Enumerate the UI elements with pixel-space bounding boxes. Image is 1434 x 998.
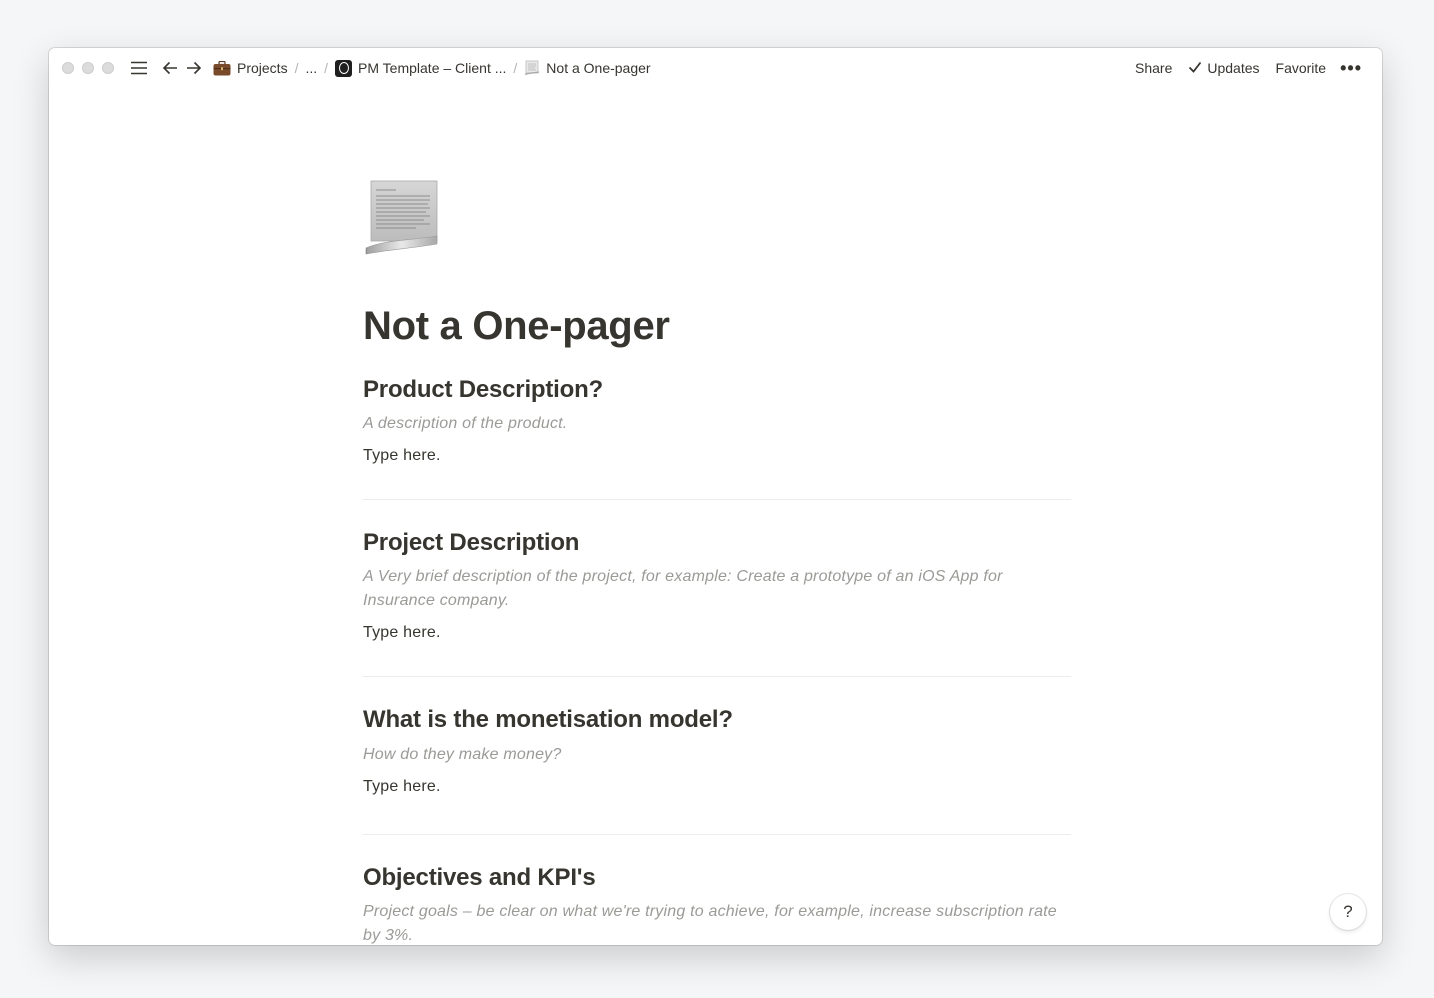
breadcrumb-separator: / <box>513 60 518 76</box>
scroll-page-icon[interactable] <box>364 178 438 256</box>
window-controls <box>62 62 114 74</box>
section-body[interactable]: Type here. <box>363 775 1071 799</box>
breadcrumb-ellipsis[interactable]: ... <box>301 58 321 78</box>
breadcrumb-current-page[interactable]: Not a One-pager <box>520 58 654 78</box>
section-monetisation-model: What is the monetisation model? How do t… <box>363 704 1071 798</box>
back-arrow-icon[interactable] <box>160 58 180 78</box>
section-hint[interactable]: A description of the product. <box>363 412 1071 436</box>
page-content: Not a One-pager Product Description? A d… <box>363 178 1071 945</box>
breadcrumb-label: ... <box>305 60 318 76</box>
project-logo-icon <box>335 59 353 77</box>
sidebar-menu-icon[interactable] <box>129 58 149 78</box>
section-heading[interactable]: Project Description <box>363 527 1071 558</box>
close-window-button[interactable] <box>62 62 74 74</box>
updates-label: Updates <box>1207 60 1260 76</box>
divider <box>363 833 1071 835</box>
forward-arrow-icon[interactable] <box>184 58 204 78</box>
section-hint[interactable]: A Very brief description of the project,… <box>363 565 1071 613</box>
section-heading[interactable]: Objectives and KPI's <box>363 862 1071 893</box>
briefcase-icon <box>213 60 231 76</box>
breadcrumb-projects[interactable]: Projects <box>209 58 292 78</box>
zoom-window-button[interactable] <box>102 62 114 74</box>
help-button[interactable]: ? <box>1330 894 1366 930</box>
page-title[interactable]: Not a One-pager <box>363 302 1071 350</box>
breadcrumb-pm-template[interactable]: PM Template – Client ... <box>331 58 510 79</box>
divider <box>363 676 1071 678</box>
favorite-label: Favorite <box>1275 60 1327 76</box>
section-heading[interactable]: What is the monetisation model? <box>363 704 1071 735</box>
breadcrumb-separator: / <box>324 60 329 76</box>
more-options-icon[interactable]: ••• <box>1334 59 1368 77</box>
top-bar: Projects / ... / PM Template – Client ..… <box>49 48 1382 88</box>
breadcrumb-label: Not a One-pager <box>546 60 651 76</box>
breadcrumb: Projects / ... / PM Template – Client ..… <box>209 58 655 79</box>
section-hint[interactable]: Project goals – be clear on what we're t… <box>363 900 1071 945</box>
share-label: Share <box>1135 60 1173 76</box>
share-button[interactable]: Share <box>1127 57 1180 79</box>
checkmark-icon <box>1188 60 1202 76</box>
section-objectives-kpis: Objectives and KPI's Project goals – be … <box>363 862 1071 945</box>
breadcrumb-label: PM Template – Client ... <box>358 60 507 76</box>
section-hint[interactable]: How do they make money? <box>363 743 1071 767</box>
breadcrumb-separator: / <box>294 60 299 76</box>
divider <box>363 499 1071 501</box>
section-body[interactable]: Type here. <box>363 444 1071 468</box>
section-project-description: Project Description A Very brief descrip… <box>363 527 1071 645</box>
section-product-description: Product Description? A description of th… <box>363 374 1071 468</box>
section-heading[interactable]: Product Description? <box>363 374 1071 405</box>
app-window: Projects / ... / PM Template – Client ..… <box>49 48 1382 945</box>
breadcrumb-label: Projects <box>237 60 288 76</box>
topbar-actions: Share Updates Favorite ••• <box>1127 57 1368 79</box>
section-body[interactable]: Type here. <box>363 621 1071 645</box>
updates-button[interactable]: Updates <box>1180 57 1267 79</box>
minimize-window-button[interactable] <box>82 62 94 74</box>
scroll-page-icon <box>524 60 540 76</box>
favorite-button[interactable]: Favorite <box>1268 57 1335 79</box>
